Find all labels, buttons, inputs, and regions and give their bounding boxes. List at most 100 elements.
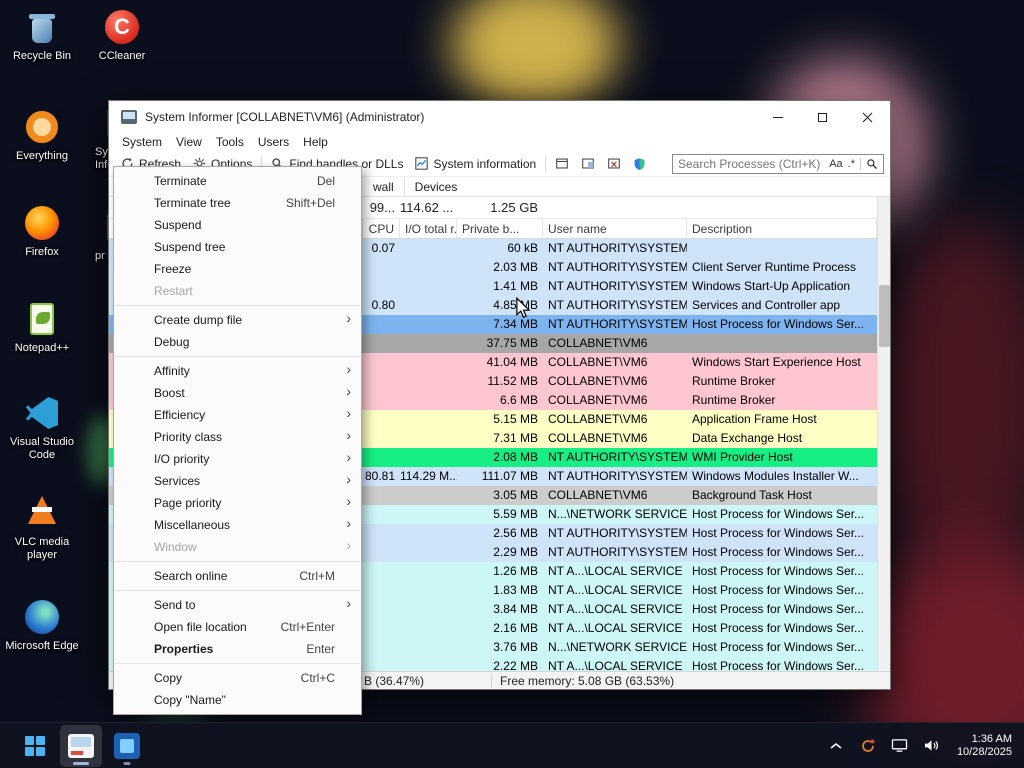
menubar-item-view[interactable]: View bbox=[169, 135, 209, 149]
desktop-icon-everything[interactable]: Everything bbox=[4, 108, 80, 163]
context-menu-item-priority-class[interactable]: Priority class › bbox=[114, 426, 361, 448]
context-menu-item-copy-name[interactable]: Copy "Name" bbox=[114, 689, 361, 711]
context-menu-item-properties[interactable]: Properties Enter bbox=[114, 638, 361, 660]
close-button[interactable] bbox=[845, 101, 890, 133]
minimize-button[interactable] bbox=[755, 101, 800, 133]
column-header-cpu[interactable]: CPU bbox=[363, 219, 400, 238]
context-menu-item-efficiency[interactable]: Efficiency › bbox=[114, 404, 361, 426]
context-menu-item-restart[interactable]: Restart bbox=[114, 280, 361, 302]
always-on-top-button[interactable] bbox=[549, 154, 575, 173]
context-menu-item-page-priority[interactable]: Page priority › bbox=[114, 492, 361, 514]
context-menu-item-send-to[interactable]: Send to › bbox=[114, 594, 361, 616]
cell-private: 41.04 MB bbox=[486, 355, 538, 369]
taskbar-clock[interactable]: 1:36 AM 10/28/2025 bbox=[953, 733, 1012, 759]
desktop-icon-vscode[interactable]: Visual Studio Code bbox=[4, 394, 80, 462]
cell-private: 2.22 MB bbox=[493, 659, 538, 671]
desktop-icon-label: Everything bbox=[16, 150, 68, 162]
context-menu-item-copy[interactable]: Copy Ctrl+C bbox=[114, 667, 361, 689]
column-header-io-total[interactable]: I/O total r... bbox=[400, 219, 457, 238]
desktop-icon-firefox[interactable]: Firefox bbox=[4, 204, 80, 259]
speaker-icon bbox=[925, 740, 939, 751]
desktop-icon-vlc[interactable]: VLC media player bbox=[4, 494, 80, 562]
submenu-arrow-icon: › bbox=[346, 595, 351, 611]
chevron-up-icon bbox=[830, 742, 842, 749]
security-shield-button[interactable] bbox=[627, 154, 652, 174]
desktop-icon-notepadpp[interactable]: Notepad++ bbox=[4, 300, 80, 355]
context-menu-item-terminate-tree[interactable]: Terminate tree Shift+Del bbox=[114, 192, 361, 214]
start-button[interactable] bbox=[14, 725, 56, 767]
hidden-icons-chevron[interactable] bbox=[825, 735, 847, 757]
cell-user: COLLABNET\VM6 bbox=[548, 355, 648, 369]
clock-date: 10/28/2025 bbox=[956, 745, 1012, 758]
tray-sync-icon[interactable] bbox=[857, 735, 879, 757]
menu-item-label: Affinity bbox=[154, 364, 190, 378]
column-header-description[interactable]: Description bbox=[687, 219, 877, 238]
cell-user: N...\NETWORK SERVICE bbox=[548, 640, 687, 654]
context-menu-item-boost[interactable]: Boost › bbox=[114, 382, 361, 404]
cell-private: 111.07 MB bbox=[481, 469, 538, 483]
context-menu-item-open-file-location[interactable]: Open file location Ctrl+Enter bbox=[114, 616, 361, 638]
menubar-item-users[interactable]: Users bbox=[251, 135, 296, 149]
scrollbar-thumb[interactable] bbox=[879, 285, 890, 347]
tab-devices[interactable]: Devices bbox=[403, 177, 468, 196]
column-header-user-name[interactable]: User name bbox=[543, 219, 687, 238]
cell-private: 3.05 MB bbox=[493, 488, 538, 502]
tray-window-button[interactable] bbox=[575, 154, 601, 173]
menu-item-label: Page priority bbox=[154, 496, 222, 510]
cell-cpu bbox=[363, 619, 400, 638]
context-menu-item-services[interactable]: Services › bbox=[114, 470, 361, 492]
edge-icon bbox=[23, 598, 61, 636]
tray-display-icon[interactable] bbox=[889, 735, 911, 757]
cell-private: 7.31 MB bbox=[493, 431, 538, 445]
cell-io bbox=[400, 657, 457, 671]
context-menu-item-miscellaneous[interactable]: Miscellaneous › bbox=[114, 514, 361, 536]
context-menu-item-i-o-priority[interactable]: I/O priority › bbox=[114, 448, 361, 470]
total-private-bytes: 1.25 GB bbox=[490, 200, 538, 215]
context-menu-item-freeze[interactable]: Freeze bbox=[114, 258, 361, 280]
context-menu-item-window[interactable]: Window › bbox=[114, 536, 361, 558]
context-menu-item-suspend-tree[interactable]: Suspend tree bbox=[114, 236, 361, 258]
desktop-icon-edge[interactable]: Microsoft Edge bbox=[4, 598, 80, 653]
cell-cpu bbox=[363, 505, 400, 524]
menu-item-label: Terminate tree bbox=[154, 196, 231, 210]
cell-desc: Data Exchange Host bbox=[692, 431, 803, 445]
close-window-button[interactable] bbox=[601, 154, 627, 173]
context-menu-item-create-dump-file[interactable]: Create dump file › bbox=[114, 309, 361, 331]
cell-private: 1.26 MB bbox=[493, 564, 538, 578]
regex-toggle[interactable]: .* bbox=[848, 158, 855, 170]
maximize-button[interactable] bbox=[800, 101, 845, 133]
column-header-private-bytes[interactable]: Private b... bbox=[457, 219, 543, 238]
vertical-scrollbar[interactable] bbox=[877, 197, 890, 671]
context-menu-item-search-online[interactable]: Search online Ctrl+M bbox=[114, 565, 361, 587]
menubar-item-tools[interactable]: Tools bbox=[209, 135, 251, 149]
desktop-icon-label: VLC media player bbox=[14, 536, 70, 561]
context-menu-item-terminate[interactable]: Terminate Del bbox=[114, 170, 361, 192]
total-io: 114.62 ... bbox=[400, 200, 454, 215]
monitor-icon bbox=[892, 739, 908, 752]
system-information-button[interactable]: System information bbox=[409, 154, 542, 174]
search-icon[interactable] bbox=[866, 158, 878, 170]
tab-wall[interactable]: wall bbox=[363, 177, 404, 196]
desktop-icon-label: Microsoft Edge bbox=[5, 640, 79, 652]
tray-volume-icon[interactable] bbox=[921, 735, 943, 757]
menu-item-shortcut: Ctrl+M bbox=[299, 569, 335, 583]
cell-private: 3.84 MB bbox=[493, 602, 538, 616]
match-case-toggle[interactable]: Aa bbox=[829, 158, 842, 170]
cell-private: 2.56 MB bbox=[493, 526, 538, 540]
context-menu-item-suspend[interactable]: Suspend bbox=[114, 214, 361, 236]
search-input[interactable]: Search Processes (Ctrl+K) Aa .* bbox=[672, 153, 884, 174]
cell-private: 2.08 MB bbox=[493, 450, 538, 464]
menu-item-label: Open file location bbox=[154, 620, 247, 634]
context-menu-item-debug[interactable]: Debug bbox=[114, 331, 361, 353]
menubar-item-system[interactable]: System bbox=[115, 135, 169, 149]
menubar-item-help[interactable]: Help bbox=[296, 135, 335, 149]
desktop-icon-recycle-bin[interactable]: Recycle Bin bbox=[4, 8, 80, 63]
cell-desc bbox=[687, 334, 877, 353]
cell-io bbox=[400, 543, 457, 562]
taskbar-app-blue[interactable] bbox=[106, 725, 148, 767]
context-menu-item-affinity[interactable]: Affinity › bbox=[114, 360, 361, 382]
taskbar-app-system-informer[interactable] bbox=[60, 724, 102, 767]
submenu-arrow-icon: › bbox=[346, 515, 351, 531]
titlebar[interactable]: System Informer [COLLABNET\VM6] (Adminis… bbox=[109, 101, 890, 133]
desktop-icon-ccleaner[interactable]: CCleaner bbox=[84, 8, 160, 63]
